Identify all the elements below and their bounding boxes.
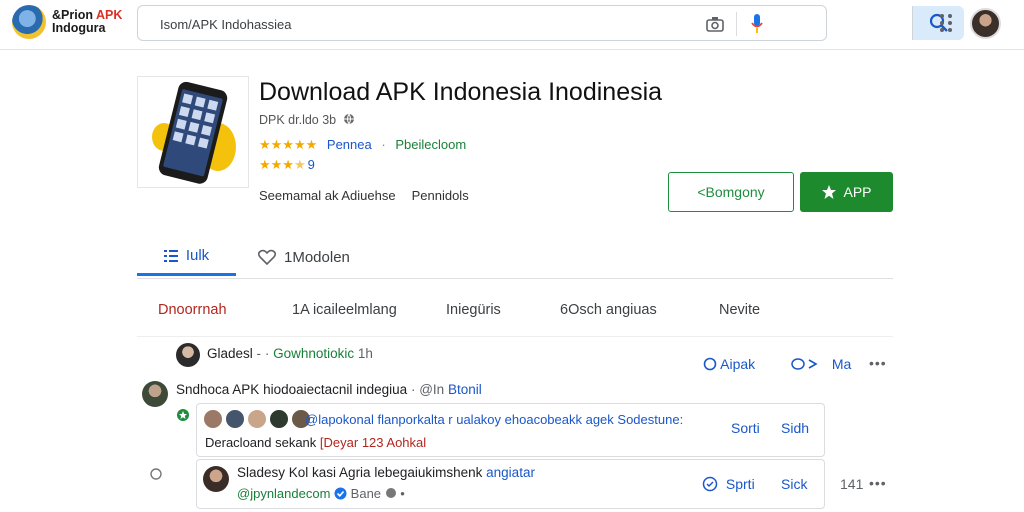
reply-subtext: Deracloand sekank [Deyar 123 Aohkal [205, 435, 427, 450]
thread-indicator-icon [176, 408, 190, 422]
reply-handle-line: @jpynlandecom Bane • [237, 486, 405, 501]
secondary-action-button[interactable]: < Bomgony [668, 172, 794, 212]
more-options-icon[interactable]: ••• [869, 475, 887, 491]
reply-icon [791, 358, 818, 370]
star-icon [822, 185, 837, 199]
heart-icon [258, 249, 276, 265]
comment-link[interactable]: Btonil [448, 382, 482, 397]
search-bar [137, 5, 964, 41]
app-meta: DPK dr.ldo 3b [259, 113, 355, 127]
avatar[interactable] [247, 409, 267, 429]
like-icon [702, 476, 718, 492]
reply-card: Sladesy Kol kasi Agria lebegaiukimshenk … [196, 459, 825, 509]
subtab-lingues[interactable]: Iniegüris [446, 302, 501, 318]
tab-list[interactable]: Iulk [137, 238, 236, 276]
side-button[interactable]: Sick [781, 476, 807, 492]
site-logo-icon[interactable] [12, 5, 46, 39]
comment-body: Sndhoca APK hiodoaiectacnil indegiua · @… [176, 382, 482, 397]
verified-icon [334, 487, 347, 500]
developer-row: Seemamal ak Adiuehse Pennidols [259, 188, 469, 203]
globe-icon [343, 113, 354, 125]
chevron-left-icon: < [697, 184, 706, 200]
list-icon [163, 249, 178, 262]
sort-button[interactable]: Sorti [731, 420, 760, 436]
reply-author-line: Sladesy Kol kasi Agria lebegaiukimshenk … [237, 465, 535, 480]
avatar[interactable] [203, 409, 223, 429]
app-title: Download APK Indonesia Inodinesia [259, 78, 663, 106]
globe-icon [385, 488, 396, 498]
category-link[interactable]: Pbeilecloom [395, 137, 466, 152]
avatar[interactable] [203, 466, 229, 492]
install-app-button[interactable]: APP [800, 172, 893, 212]
comment-bubble-icon[interactable] [149, 467, 163, 481]
participant-avatars [203, 409, 313, 434]
subtab-sort[interactable]: 6Osch angiuas [560, 302, 657, 318]
more-options-icon[interactable]: ••• [869, 355, 887, 371]
mic-icon[interactable] [746, 12, 768, 36]
thumb-icon [703, 357, 717, 371]
subtab-divider [137, 336, 893, 337]
reply-count: 141 [840, 476, 864, 492]
avatar[interactable] [176, 343, 200, 367]
partial-rating: ★★★★ 9 [259, 157, 315, 172]
subtab-languages[interactable]: 1A icaileelmlang [292, 302, 397, 318]
apps-grid-icon[interactable] [938, 12, 954, 34]
app-icon [137, 76, 249, 188]
like-button[interactable]: Sprti [702, 476, 755, 492]
developer-name[interactable]: Seemamal ak Adiuehse [259, 188, 396, 203]
like-button[interactable]: Aipak [703, 356, 755, 372]
subtab-newest[interactable]: Nevite [719, 302, 760, 318]
reply-button[interactable]: Ma [790, 356, 851, 372]
side-button[interactable]: Sidh [781, 420, 809, 436]
tab-models[interactable]: 1Modolen [258, 238, 350, 276]
comment-header: Gladesl - · Gowhnotiokic 1h [207, 346, 373, 361]
reply-text: @lapokonal flanporkalta r ualakoy ehoaco… [305, 412, 684, 427]
user-avatar[interactable] [970, 8, 1001, 39]
subtab-download[interactable]: Dnoorrnah [158, 302, 227, 318]
search-input[interactable] [160, 14, 700, 34]
avatar[interactable] [225, 409, 245, 429]
avatar[interactable] [269, 409, 289, 429]
rating-row: ★★★★★ Pennea · Pbeilecloom [259, 137, 467, 152]
reply-card: @lapokonal flanporkalta r ualakoy ehoaco… [196, 403, 825, 457]
comment-time: 1h [357, 346, 373, 361]
tab-divider [137, 278, 893, 279]
reply-handle[interactable]: @jpynlandecom [237, 486, 330, 501]
site-logo-text[interactable]: &Prion APK Indogura [52, 9, 122, 35]
rating-stars: ★★★★★ [259, 137, 318, 152]
comment-tag[interactable]: Gowhnotiokic [273, 346, 354, 361]
size-label: Pennidols [411, 188, 469, 203]
camera-icon[interactable] [704, 13, 726, 35]
top-bar: &Prion APK Indogura [0, 0, 1024, 50]
rating-link[interactable]: Pennea [327, 137, 372, 152]
search-divider [736, 12, 737, 36]
avatar[interactable] [142, 381, 168, 407]
comment-author[interactable]: Gladesl [207, 346, 253, 361]
